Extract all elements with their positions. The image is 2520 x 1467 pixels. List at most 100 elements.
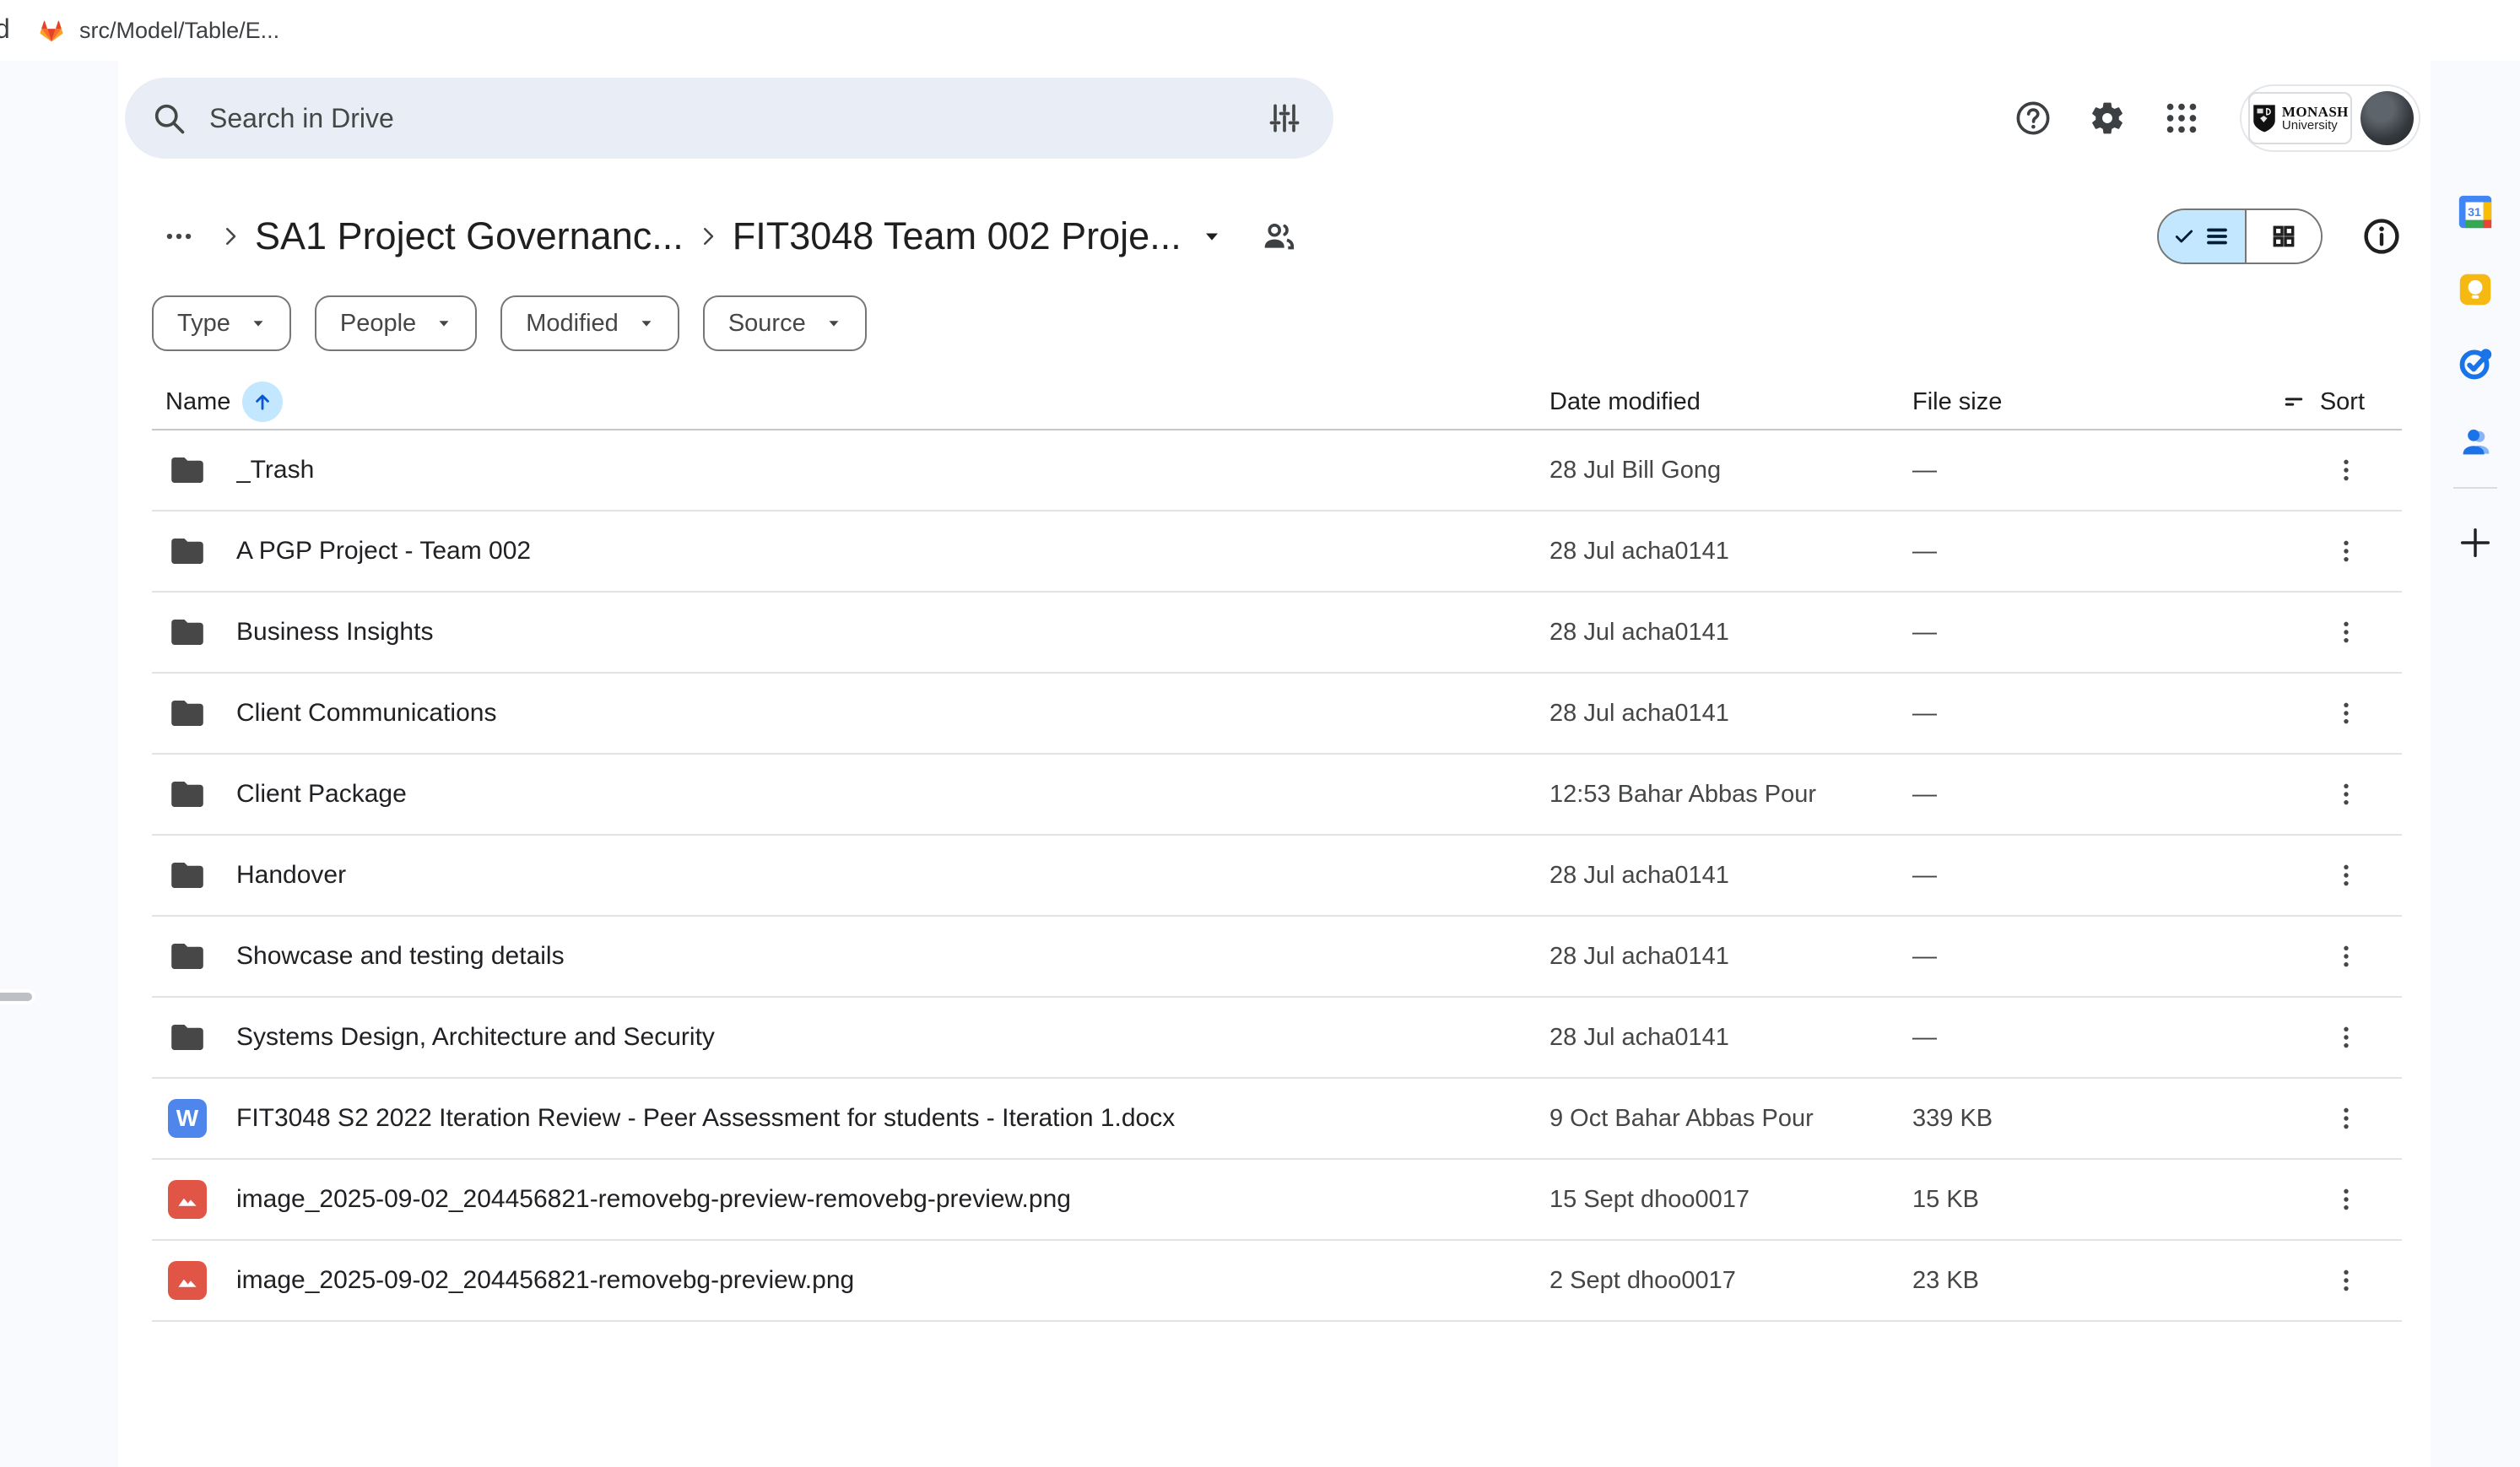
file-row[interactable]: W A PGP Project - Team 002 28 Jul acha01…: [152, 512, 2402, 593]
breadcrumb-overflow-button[interactable]: [152, 209, 206, 263]
layout-toggle: [2157, 208, 2323, 264]
chip-label: Modified: [526, 310, 619, 338]
google-apps-grid-icon[interactable]: [2162, 99, 2201, 138]
filter-chip-type[interactable]: Type: [152, 295, 291, 351]
file-row[interactable]: W Business Insights 28 Jul acha0141 —: [152, 593, 2402, 674]
row-more-actions-button[interactable]: [2323, 771, 2370, 818]
user-avatar[interactable]: [2360, 91, 2414, 145]
chip-label: Source: [728, 310, 806, 338]
row-more-actions-button[interactable]: [2323, 528, 2370, 575]
header-actions: MONASH University: [2014, 84, 2420, 152]
google-keep-icon[interactable]: [2456, 270, 2495, 309]
file-row[interactable]: W Systems Design, Architecture and Secur…: [152, 998, 2402, 1079]
tab-title: src/Model/Table/E...: [79, 18, 279, 44]
row-more-actions-button[interactable]: [2323, 933, 2370, 980]
file-type-icon: W: [165, 610, 209, 654]
file-name: image_2025-09-02_204456821-removebg-prev…: [236, 1185, 1071, 1214]
folder-icon: [167, 936, 208, 977]
three-dot-menu-icon: [2332, 456, 2360, 484]
file-date-modified: 28 Jul acha0141: [1549, 700, 1912, 728]
settings-gear-icon[interactable]: [2088, 99, 2127, 138]
file-date-modified: 28 Jul acha0141: [1549, 619, 1912, 647]
folder-icon: [167, 1017, 208, 1058]
google-tasks-icon[interactable]: [2456, 344, 2495, 383]
search-input[interactable]: [209, 103, 1266, 134]
three-dot-menu-icon: [2332, 1023, 2360, 1052]
file-type-icon: W: [165, 1259, 209, 1302]
folder-icon: [167, 612, 208, 652]
row-more-actions-button[interactable]: [2323, 609, 2370, 656]
google-calendar-icon[interactable]: 31: [2456, 192, 2495, 231]
sort-menu-button[interactable]: Sort: [2275, 388, 2402, 416]
file-size: 23 KB: [1912, 1267, 2275, 1295]
row-more-actions-button[interactable]: [2323, 1176, 2370, 1223]
three-dot-menu-icon: [2332, 861, 2360, 890]
three-dot-menu-icon: [2332, 1104, 2360, 1133]
left-panel-strip: [0, 61, 118, 1467]
three-dot-menu-icon: [2332, 699, 2360, 728]
org-subname: University: [2282, 119, 2349, 132]
file-name: Systems Design, Architecture and Securit…: [236, 1023, 715, 1052]
file-size: 15 KB: [1912, 1186, 2275, 1214]
list-view-button-selected[interactable]: [2159, 210, 2247, 263]
help-icon[interactable]: [2014, 99, 2052, 138]
filter-chip-modified[interactable]: Modified: [500, 295, 679, 351]
add-panel-plus-icon[interactable]: [2456, 523, 2495, 562]
three-dot-menu-icon: [2332, 780, 2360, 809]
org-name: MONASH: [2282, 105, 2349, 119]
shared-folder-people-icon[interactable]: [1259, 217, 1298, 256]
sort-by-name-header[interactable]: Name: [152, 382, 1549, 422]
file-name: _Trash: [236, 456, 314, 484]
breadcrumb-current-folder[interactable]: FIT3048 Team 002 Proje...: [733, 214, 1182, 258]
google-contacts-icon[interactable]: [2456, 422, 2495, 461]
file-row[interactable]: W _Trash 28 Jul Bill Gong —: [152, 430, 2402, 512]
sort-direction-bubble[interactable]: [242, 382, 283, 422]
file-date-modified: 28 Jul Bill Gong: [1549, 457, 1912, 484]
row-more-actions-button[interactable]: [2323, 852, 2370, 899]
google-drive-window: d src/Model/Table/E...: [0, 0, 2520, 1467]
file-type-icon: W: [165, 1177, 209, 1221]
file-row[interactable]: W Showcase and testing details 28 Jul ac…: [152, 917, 2402, 998]
filter-chip-source[interactable]: Source: [703, 295, 867, 351]
file-size: —: [1912, 862, 2275, 890]
grid-view-button[interactable]: [2247, 210, 2321, 263]
panel-drag-handle[interactable]: [0, 989, 35, 1004]
file-type-icon: W: [165, 691, 209, 735]
image-file-icon: [168, 1180, 207, 1219]
folder-icon: [167, 774, 208, 815]
file-name: Handover: [236, 861, 346, 890]
details-info-icon[interactable]: [2361, 216, 2402, 257]
file-row[interactable]: W Client Communications 28 Jul acha0141 …: [152, 674, 2402, 755]
file-row[interactable]: W Client Package 12:53 Bahar Abbas Pour …: [152, 755, 2402, 836]
file-row[interactable]: W FIT3048 S2 2022 Iteration Review - Pee…: [152, 1079, 2402, 1160]
row-more-actions-button[interactable]: [2323, 1014, 2370, 1061]
file-date-modified: 28 Jul acha0141: [1549, 862, 1912, 890]
folder-menu-caret-icon[interactable]: [1200, 225, 1224, 248]
sort-icon: [2281, 389, 2306, 414]
ellipsis-icon: [163, 220, 195, 252]
file-date-modified: 12:53 Bahar Abbas Pour: [1549, 781, 1912, 809]
sort-label: Sort: [2320, 388, 2365, 416]
row-more-actions-button[interactable]: [2323, 690, 2370, 737]
three-dot-menu-icon: [2332, 1185, 2360, 1214]
advanced-search-icon[interactable]: [1266, 100, 1303, 137]
chevron-right-icon: [218, 224, 243, 249]
account-pill[interactable]: MONASH University: [2240, 84, 2420, 152]
file-name: Client Communications: [236, 699, 496, 728]
row-more-actions-button[interactable]: [2323, 1257, 2370, 1304]
browser-tab-gitlab[interactable]: src/Model/Table/E...: [37, 16, 279, 45]
file-date-modified: 28 Jul acha0141: [1549, 1024, 1912, 1052]
three-dot-menu-icon: [2332, 942, 2360, 971]
row-more-actions-button[interactable]: [2323, 447, 2370, 494]
clipped-tab-text: d: [0, 14, 10, 45]
breadcrumb-parent-folder[interactable]: SA1 Project Governanc...: [255, 214, 684, 258]
file-row[interactable]: W image_2025-09-02_204456821-removebg-pr…: [152, 1160, 2402, 1241]
search-bar[interactable]: [125, 78, 1333, 159]
chevron-down-icon: [249, 314, 268, 333]
row-more-actions-button[interactable]: [2323, 1095, 2370, 1142]
file-row[interactable]: W image_2025-09-02_204456821-removebg-pr…: [152, 1241, 2402, 1322]
three-dot-menu-icon: [2332, 1266, 2360, 1295]
chip-label: Type: [177, 310, 230, 338]
filter-chip-people[interactable]: People: [315, 295, 477, 351]
file-row[interactable]: W Handover 28 Jul acha0141 —: [152, 836, 2402, 917]
